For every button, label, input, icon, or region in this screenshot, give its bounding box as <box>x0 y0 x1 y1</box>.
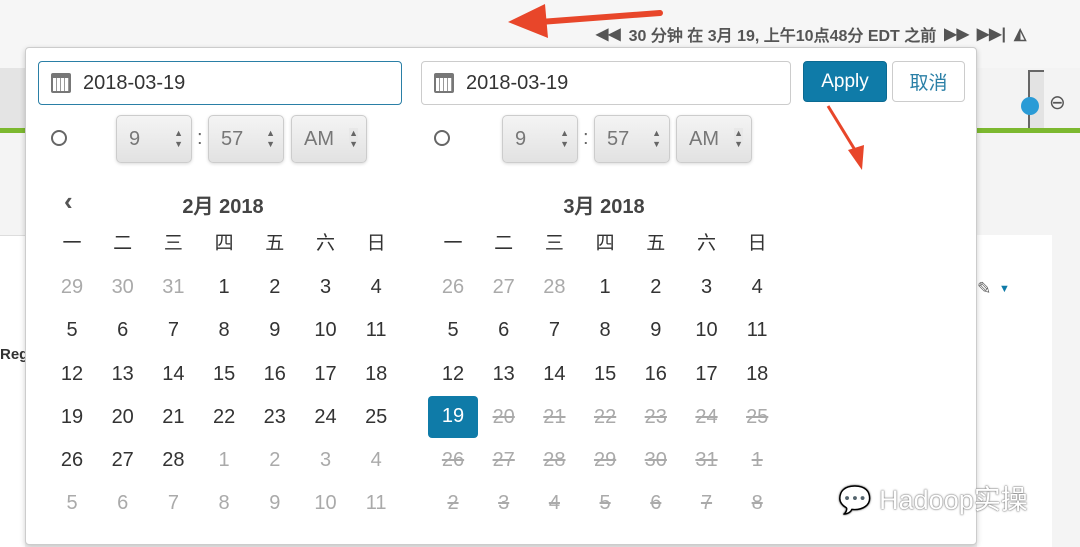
annotation-arrowhead <box>508 4 548 38</box>
annotation-arrows <box>508 4 864 170</box>
annotation-arrow <box>537 10 663 25</box>
annotation-arrow <box>826 105 857 151</box>
annotation-arrowhead <box>848 145 864 170</box>
